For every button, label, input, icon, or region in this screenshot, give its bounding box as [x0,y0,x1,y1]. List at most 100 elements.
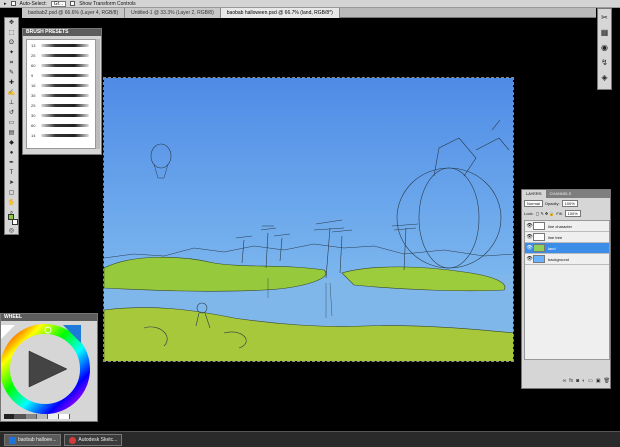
layers-panel: LAYERS CHANNELS Normal Opacity: 100% Loc… [521,189,611,389]
photoshop-icon [9,436,16,444]
info-icon[interactable]: ◈ [599,72,610,84]
eraser-tool-icon[interactable]: ▭ [6,119,17,128]
adjustment-layer-icon[interactable]: ◐ [582,378,585,386]
visibility-eye-icon[interactable]: 👁 [526,245,533,251]
sketchbook-icon [69,436,77,444]
taskbar-label: Autodesk Sketc... [78,437,118,443]
auto-select-dropdown[interactable]: Gr... [50,0,67,7]
auto-select-checkbox[interactable] [10,1,16,6]
hand-tool-icon[interactable]: ✋ [6,199,17,208]
history-brush-icon[interactable]: ↺ [6,109,17,118]
color-wheel[interactable] [0,323,98,415]
brush-preset-item[interactable]: 35 [27,90,95,100]
shape-tool-icon[interactable]: ▢ [6,189,17,198]
eyedropper-icon[interactable]: ✎ [6,69,17,78]
layer-row[interactable]: 👁 background [525,254,609,265]
dodge-tool-icon[interactable]: ● [6,149,17,158]
visibility-eye-icon[interactable]: 👁 [526,256,533,262]
move-tool-icon[interactable]: ✥ [6,19,17,28]
brush-stroke-preview [41,103,89,107]
quick-mask-icon[interactable]: ◎ [6,227,17,236]
taskbar-photoshop[interactable]: baobab halloee... [4,434,62,446]
new-group-icon[interactable]: ▭ [588,378,593,386]
layer-name: line character [548,223,573,229]
layer-row[interactable]: 👁 line character [525,221,609,232]
actions-icon[interactable]: ↯ [599,57,610,69]
brush-list-scrollbar[interactable] [96,39,100,149]
gradient-tool-icon[interactable]: ▤ [6,129,17,138]
brush-stroke-preview [41,63,89,67]
histogram-icon[interactable]: ▦ [599,27,610,39]
tab-channels[interactable]: CHANNELS [546,190,576,198]
brush-preset-item[interactable]: 13 [27,40,95,50]
panel-dock: ✂ ▦ ◉ ↯ ◈ [597,8,612,90]
link-layers-icon[interactable]: ∞ [563,378,567,386]
new-layer-icon[interactable]: ▣ [596,378,601,386]
previous-color-corner [1,325,15,339]
blend-mode-dropdown[interactable]: Normal [524,199,543,207]
color-wheel-title: WHEEL [1,314,97,321]
taskbar-label: baobab halloee... [18,437,57,443]
blur-tool-icon[interactable]: ◆ [6,139,17,148]
brush-preset-item[interactable]: 9 [27,70,95,80]
brush-presets-panel: BRUSH PRESETS 13 25 60 9 16 35 25 30 60 … [22,28,102,155]
brush-preset-item[interactable]: 30 [27,110,95,120]
navigator-icon[interactable]: ◉ [599,42,610,54]
brush-presets-title: BRUSH PRESETS [23,29,101,36]
brush-tool-icon[interactable]: ✍ [6,89,17,98]
brush-preset-item[interactable]: 16 [27,80,95,90]
fill-field[interactable]: 100% [564,209,581,217]
value-triangle[interactable] [28,350,68,388]
lock-icons[interactable]: ▢ ✎ ✥ 🔒 [536,211,555,216]
brush-preset-item[interactable]: 60 [27,120,95,130]
tab-layers[interactable]: LAYERS [522,190,546,198]
brush-preset-item[interactable]: 14 [27,130,95,140]
brush-preset-item[interactable]: 25 [27,100,95,110]
layer-style-icon[interactable]: fx [569,378,573,386]
show-transform-label: Show Transform Controls [79,0,136,7]
visibility-eye-icon[interactable]: 👁 [526,234,533,240]
layers-panel-tabs: LAYERS CHANNELS [522,190,610,198]
layer-mask-icon[interactable]: ◙ [576,378,579,386]
swatch-white[interactable] [48,414,59,419]
brush-stroke-preview [41,123,89,127]
brush-preset-item[interactable]: 60 [27,60,95,70]
show-transform-checkbox[interactable] [70,1,76,6]
type-tool-icon[interactable]: T [6,169,17,178]
brush-size: 30 [31,112,36,118]
tools-panel: ✥ ⬚ ʘ ✦ ⌗ ✎ ✚ ✍ ⊥ ↺ ▭ ▤ ◆ ● ✒ T ➤ ▢ ✋ ⌕ … [4,17,19,235]
magic-wand-icon[interactable]: ✦ [6,49,17,58]
brush-size: 16 [31,82,36,88]
swatch-dark-gray[interactable] [15,414,26,419]
swatch-pure-white[interactable] [59,414,70,419]
healing-brush-icon[interactable]: ✚ [6,79,17,88]
layer-row[interactable]: 👁 line tree [525,232,609,243]
document-tabs: baobab2.psd @ 66.6% (Layer 4, RGB/8) Unt… [22,8,596,18]
crop-tool-icon[interactable]: ⌗ [6,59,17,68]
background-color-swatch[interactable] [12,219,18,225]
taskbar-sketchbook[interactable]: Autodesk Sketc... [64,434,123,446]
doc-tab[interactable]: Untitled-1 @ 33.3% (Layer 2, RGB/8) [125,8,221,18]
doc-tab-active[interactable]: baobab halloween.psd @ 66.7% (land, RGB/… [220,8,340,18]
path-select-icon[interactable]: ➤ [6,179,17,188]
brush-preset-item[interactable]: 25 [27,50,95,60]
brush-size: 25 [31,52,36,58]
delete-layer-icon[interactable]: 🗑 [604,378,610,386]
swatch-light-gray[interactable] [37,414,48,419]
visibility-eye-icon[interactable]: 👁 [526,223,533,229]
doc-tab[interactable]: baobab2.psd @ 66.6% (Layer 4, RGB/8) [22,8,126,18]
clone-stamp-icon[interactable]: ⊥ [6,99,17,108]
move-tool-icon[interactable]: ▸ [4,1,7,7]
layer-row-selected[interactable]: 👁 land [525,243,609,254]
opacity-field[interactable]: 100% [561,199,578,207]
layer-thumbnail [533,222,545,230]
swatch-black[interactable] [4,414,15,419]
tool-presets-icon[interactable]: ✂ [599,12,610,24]
lasso-tool-icon[interactable]: ʘ [6,39,17,48]
swatch-gray[interactable] [26,414,37,419]
marquee-tool-icon[interactable]: ⬚ [6,29,17,38]
document-canvas[interactable] [103,77,514,362]
brush-size: 25 [31,102,36,108]
color-wheel-graphic [0,324,90,414]
pen-tool-icon[interactable]: ✒ [6,159,17,168]
